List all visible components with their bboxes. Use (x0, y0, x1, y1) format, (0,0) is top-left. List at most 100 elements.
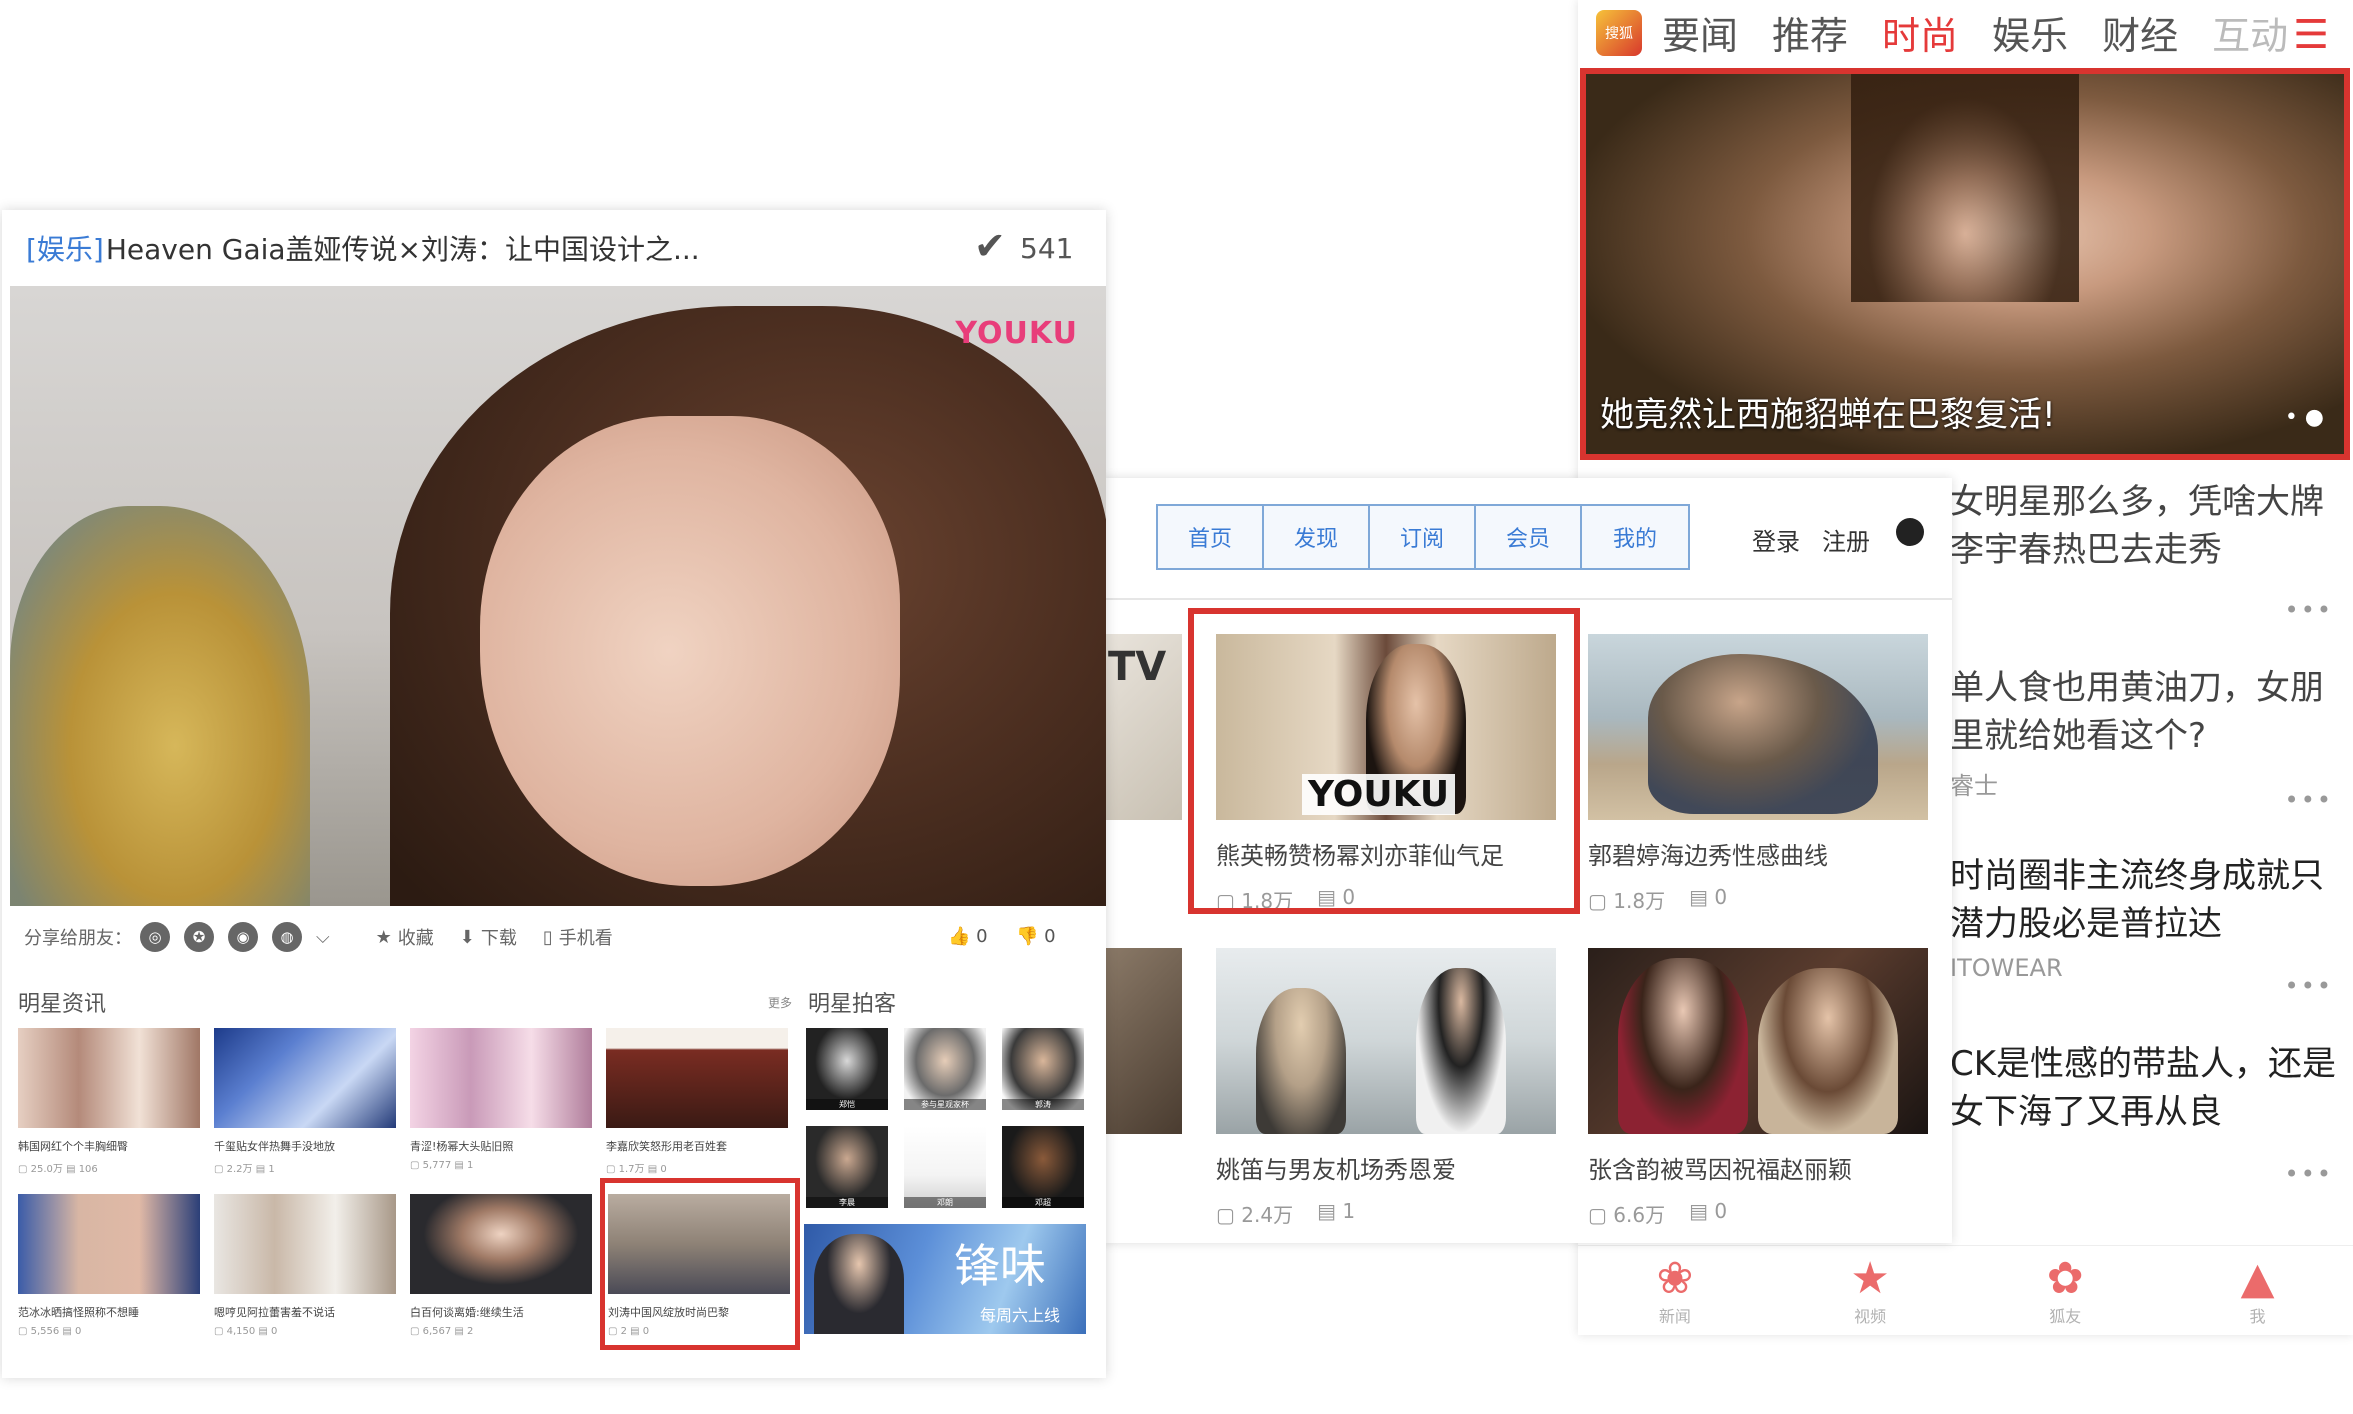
weibo-icon[interactable]: ◉ (228, 922, 258, 952)
like-button[interactable]: 👍 0 (948, 926, 988, 947)
mobile-watch-button[interactable]: ▯ 手机看 (543, 924, 613, 950)
news-stats: ▢ 5,556 ▤ 0 (18, 1326, 82, 1337)
collect-button[interactable]: ★ 收藏 (376, 924, 434, 950)
tab-finance[interactable]: 财经 (2102, 5, 2178, 60)
history-icon[interactable] (1896, 518, 1924, 546)
qq-icon[interactable]: ◍ (272, 922, 302, 952)
news-title: 李嘉欣笑怒形用老百姓套 (606, 1140, 727, 1153)
list-item[interactable]: 时尚圈非主流终身成就只潜力股必是普拉达 ITOWEAR (1950, 852, 2350, 982)
video-person-face (480, 416, 900, 886)
video-player[interactable]: YOUKU (10, 286, 1106, 906)
news-title: 千玺贴女伴热舞手没地放 (214, 1140, 335, 1153)
news-stats: ▢ 5,777 ▤ 1 (410, 1160, 474, 1171)
video-title: 姚笛与男友机场秀恩爱 (1216, 1156, 1456, 1184)
news-icon: ❀ (1656, 1252, 1694, 1304)
menu-icon[interactable]: ☰ (2293, 12, 2329, 58)
comment-icon: ▤ 0 (1689, 1199, 1728, 1223)
wechat-icon[interactable]: ◎ (140, 922, 170, 952)
news-item[interactable]: 李嘉欣笑怒形用老百姓套 ▢ 1.7万 ▤ 0 (606, 1028, 788, 1175)
chevron-down-icon[interactable]: ⌵ (316, 927, 330, 948)
star-avatar[interactable]: 邓朗 (904, 1126, 986, 1208)
nav-mine[interactable]: 我的 (1582, 506, 1688, 568)
news-thumbnail[interactable] (18, 1028, 200, 1128)
dislike-button[interactable]: 👎 0 (1016, 926, 1056, 947)
more-options-icon[interactable]: ••• (2285, 1160, 2333, 1188)
more-options-icon[interactable]: ••• (2285, 786, 2333, 814)
comment-count: 1 (1342, 1199, 1356, 1223)
carousel-dots[interactable]: • ● (2285, 405, 2324, 430)
news-thumbnail[interactable] (214, 1194, 396, 1294)
news-item[interactable]: 嗯哼见阿拉蕾害羞不说话 ▢ 4,150 ▤ 0 (214, 1194, 396, 1337)
login-link[interactable]: 登录 (1752, 522, 1800, 557)
youku-watermark: YOUKU (955, 316, 1078, 351)
video-card[interactable]: 张含韵被骂因祝福赵丽颖 ▢ 6.6万 ▤ 0 (1588, 948, 1928, 1228)
tab-recommend[interactable]: 推荐 (1772, 5, 1848, 60)
person-image (1256, 988, 1346, 1134)
news-item[interactable]: 千玺贴女伴热舞手没地放 ▢ 2.2万 ▤ 1 (214, 1028, 396, 1175)
bottom-tab-video[interactable]: ★ 视频 (1850, 1252, 1890, 1327)
list-item[interactable]: 单人食也用黄油刀，女朋里就给她看这个? 睿士 (1950, 664, 2350, 801)
nav-subscribe[interactable]: 订阅 (1370, 506, 1476, 568)
person-image (1618, 958, 1748, 1134)
tab-interactive[interactable]: 互动 (2212, 5, 2288, 60)
highlight-box (1188, 608, 1580, 914)
bottom-tab-news[interactable]: ❀ 新闻 (1656, 1252, 1694, 1327)
category-tag[interactable]: [娱乐] (26, 228, 104, 268)
play-icon: ▢ 2.4万 (1216, 1203, 1294, 1227)
video-title-bar: [娱乐] Heaven Gaia盖娅传说×刘涛：让中国设计之... (2, 210, 1106, 286)
star-news-more-link[interactable]: 更多 (768, 994, 792, 1011)
register-link[interactable]: 注册 (1822, 522, 1870, 557)
video-card[interactable]: 郭碧婷海边秀性感曲线 ▢ 1.8万 ▤ 0 (1588, 634, 1928, 914)
list-item[interactable]: CK是性感的带盐人，还是女下海了又再从良 (1950, 1040, 2350, 1136)
news-thumbnail[interactable] (410, 1194, 592, 1294)
star-name: 邓超 (1002, 1197, 1084, 1208)
news-thumbnail[interactable] (410, 1028, 592, 1128)
nav-divider (1102, 598, 1952, 600)
tab-news[interactable]: 要闻 (1662, 5, 1738, 60)
share-bar: 分享给朋友： ◎ ✪ ◉ ◍ ⌵ ★ 收藏 ⬇ 下载 ▯ 手机看 (2, 906, 1106, 968)
nav-home[interactable]: 首页 (1158, 506, 1264, 568)
favorite-share-icon[interactable]: ✪ (184, 922, 214, 952)
star-avatar[interactable]: 邓超 (1002, 1126, 1084, 1208)
video-thumbnail[interactable] (1588, 948, 1928, 1134)
news-item[interactable]: 青涩!杨幂大头贴旧照 ▢ 5,777 ▤ 1 (410, 1028, 592, 1171)
star-avatar[interactable]: 郑恺 (806, 1028, 888, 1110)
video-card[interactable]: 姚笛与男友机场秀恩爱 ▢ 2.4万 ▤ 1 (1216, 948, 1556, 1228)
bottom-tab-me[interactable]: ▲ 我 (2241, 1254, 2275, 1327)
app-logo[interactable]: 搜狐 (1596, 9, 1642, 56)
phone-icon: ▯ (542, 926, 553, 948)
tab-fashion[interactable]: 时尚 (1882, 5, 1958, 60)
more-options-icon[interactable]: ••• (2285, 972, 2333, 1000)
partial-thumbnail[interactable] (1102, 948, 1182, 1134)
news-item[interactable]: 韩国网红个个丰胸细臀 ▢ 25.0万 ▤ 106 (18, 1028, 200, 1175)
promo-banner[interactable]: 锋味 每周六上线 (804, 1224, 1086, 1334)
partial-thumbnail[interactable]: TV (1102, 634, 1182, 820)
news-item[interactable]: 范冰冰晒搞怪照称不想睡 ▢ 5,556 ▤ 0 (18, 1194, 200, 1337)
bottom-tab-friends[interactable]: ✿ 狐友 (2047, 1254, 2084, 1327)
video-thumbnail[interactable] (1588, 634, 1928, 820)
star-avatar[interactable]: 郭涛 (1002, 1028, 1084, 1110)
bottom-tab-label: 狐友 (2049, 1306, 2082, 1326)
bottom-tab-label: 新闻 (1658, 1306, 1691, 1326)
news-item[interactable]: 白百何谈离婚:继续生活 ▢ 6,567 ▤ 2 (410, 1194, 592, 1337)
more-options-icon[interactable]: ••• (2285, 596, 2333, 624)
person-image (1758, 968, 1898, 1134)
news-thumbnail[interactable] (214, 1028, 396, 1128)
news-stats: ▢ 6,567 ▤ 2 (410, 1326, 474, 1337)
video-thumbnail[interactable] (1216, 948, 1556, 1134)
star-avatar[interactable]: 参与星观家杯 (904, 1028, 986, 1110)
fashion-banner[interactable]: 她竟然让西施貂蝉在巴黎复活! • ● (1580, 68, 2350, 460)
nav-vip[interactable]: 会员 (1476, 506, 1582, 568)
list-item[interactable]: 女明星那么多，凭啥大牌李宇春热巴去走秀 (1950, 478, 2350, 574)
nav-discover[interactable]: 发现 (1264, 506, 1370, 568)
star-name: 参与星观家杯 (904, 1099, 986, 1110)
news-stats: ▢ 25.0万 ▤ 106 (18, 1164, 98, 1175)
news-thumbnail[interactable] (18, 1194, 200, 1294)
promo-subtitle: 每周六上线 (980, 1306, 1061, 1325)
star-avatar[interactable]: 李晨 (806, 1126, 888, 1208)
tab-entertainment[interactable]: 娱乐 (1992, 5, 2068, 60)
comment-count: 0 (1714, 1199, 1728, 1223)
news-thumbnail[interactable] (606, 1028, 788, 1128)
download-button[interactable]: ⬇ 下载 (460, 924, 517, 950)
star-icon: ★ (1850, 1252, 1890, 1304)
